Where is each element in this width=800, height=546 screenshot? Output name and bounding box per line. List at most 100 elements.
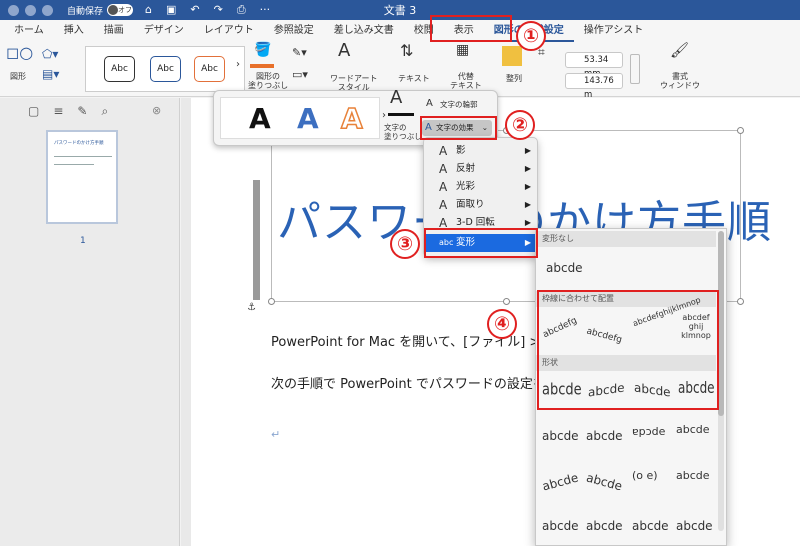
- warp-option[interactable]: abcde: [541, 471, 580, 494]
- warp-option[interactable]: ɐpɔde: [632, 425, 665, 438]
- format-pane-label: 書式 ウィンドウ: [660, 72, 700, 90]
- redo-icon[interactable]: ↷: [214, 3, 223, 17]
- wordart-style-1[interactable]: A: [249, 102, 271, 135]
- shapes-label: 図形: [10, 72, 26, 81]
- autosave-toggle[interactable]: オフ: [107, 4, 134, 16]
- menu-item-bevel[interactable]: A 面取り ▶: [424, 196, 539, 214]
- shapes-icon[interactable]: ◻○: [6, 45, 33, 61]
- text-label: テキスト: [398, 74, 430, 83]
- highlight-box-1: [430, 15, 512, 42]
- resize-handle[interactable]: [268, 298, 275, 305]
- ribbon-tabs: ホーム 挿入 描画 デザイン レイアウト 参照設定 差し込み文書 校閲 表示 図…: [0, 20, 800, 42]
- warp-option[interactable]: (o e): [632, 469, 658, 482]
- highlight-box-3: [424, 228, 538, 258]
- warp-option[interactable]: abcde: [542, 519, 579, 533]
- tab-references[interactable]: 参照設定: [264, 20, 324, 42]
- shape-styles-gallery: Abc Abc Abc: [85, 46, 245, 92]
- callout-3: ③: [390, 229, 420, 259]
- close-pane-icon[interactable]: ⊗: [152, 104, 161, 117]
- text-fill-label: 文字の 塗りつぶし: [384, 123, 422, 141]
- wordart-icon[interactable]: A: [338, 42, 350, 60]
- tab-home[interactable]: ホーム: [4, 20, 54, 42]
- text-outline-label[interactable]: 文字の輪郭: [440, 100, 478, 109]
- page-number: 1: [80, 236, 86, 246]
- wordart-style-2[interactable]: A: [297, 102, 319, 135]
- outline-list-icon[interactable]: ≡: [53, 104, 63, 119]
- shape-style-2[interactable]: Abc: [150, 56, 181, 82]
- autosave[interactable]: 自動保存 オフ: [67, 4, 134, 17]
- undo-icon[interactable]: ↶: [190, 3, 199, 17]
- bevel-icon: A: [439, 198, 448, 212]
- callout-2: ②: [505, 110, 535, 140]
- rotation-bar: [253, 180, 260, 300]
- gallery-more-icon[interactable]: ›: [382, 111, 386, 121]
- fill-color-bar: [250, 64, 274, 68]
- tab-insert[interactable]: 挿入: [54, 20, 94, 42]
- text-outline-icon[interactable]: A: [426, 99, 433, 109]
- thumbnail-icon[interactable]: ▢: [28, 104, 39, 119]
- shadow-icon: A: [439, 144, 448, 158]
- wordart-style-gallery: A A A: [220, 97, 380, 139]
- wordart-style-3[interactable]: A: [340, 101, 363, 136]
- warp-option[interactable]: abcde: [676, 423, 710, 436]
- edit-shape-icon[interactable]: ⬠▾: [42, 48, 58, 60]
- page-thumbnail[interactable]: パスワードのかけ方手順: [46, 130, 118, 224]
- menu-item-glow[interactable]: A 光彩 ▶: [424, 178, 539, 196]
- highlight-box-2: [420, 116, 497, 140]
- save-icon[interactable]: ▣: [166, 3, 176, 17]
- format-pane-icon[interactable]: 🖌: [670, 43, 689, 58]
- print-icon[interactable]: ⎙: [237, 3, 246, 17]
- gallery-more-icon[interactable]: ›: [236, 60, 240, 70]
- search-icon[interactable]: ⌕: [101, 104, 108, 119]
- crop-icon[interactable]: ⌗: [538, 46, 545, 58]
- reflection-icon: A: [439, 162, 448, 176]
- shape-style-3[interactable]: Abc: [194, 56, 225, 82]
- height-field[interactable]: 53.34 mm: [565, 52, 623, 79]
- tab-mailings[interactable]: 差し込み文書: [324, 20, 404, 42]
- warp-option[interactable]: abcde: [676, 519, 713, 533]
- menu-item-shadow[interactable]: A 影 ▶: [424, 142, 539, 160]
- callout-1: ①: [516, 21, 546, 51]
- tab-draw[interactable]: 描画: [94, 20, 134, 42]
- tab-layout[interactable]: レイアウト: [194, 20, 264, 42]
- paragraph-mark: ↵: [271, 428, 281, 441]
- tab-tell-me[interactable]: 操作アシスト: [574, 20, 654, 42]
- text-direction-icon[interactable]: ⇅: [400, 43, 413, 59]
- warp-option[interactable]: abcde: [542, 429, 579, 443]
- more-icon[interactable]: ···: [260, 3, 271, 17]
- lock-aspect-icon[interactable]: [630, 54, 640, 84]
- navigation-pane: ▢ ≡ ✎ ⌕ ⊗ パスワードのかけ方手順 1: [0, 98, 180, 546]
- arrange-label: 整列: [506, 74, 522, 83]
- anchor-icon: ⚓: [247, 302, 256, 313]
- home-icon[interactable]: ⌂: [145, 3, 152, 17]
- window-controls[interactable]: [8, 4, 53, 16]
- thumbnail-line: [54, 164, 94, 165]
- paint-bucket-icon[interactable]: 🪣: [254, 43, 271, 57]
- warp-option[interactable]: abcde: [676, 469, 710, 482]
- text-fill-icon[interactable]: A: [390, 89, 402, 107]
- resize-handle[interactable]: [503, 298, 510, 305]
- shape-fill-label: 図形の 塗りつぶし: [248, 72, 289, 90]
- tab-design[interactable]: デザイン: [134, 20, 194, 42]
- arrange-icon[interactable]: [502, 46, 522, 66]
- warp-option[interactable]: abcde: [586, 429, 623, 443]
- no-transform-option[interactable]: abcde: [546, 261, 583, 275]
- resize-handle[interactable]: [737, 298, 744, 305]
- menu-item-reflection[interactable]: A 反射 ▶: [424, 160, 539, 178]
- text-fill-color-bar: [388, 113, 414, 116]
- glow-icon: A: [439, 180, 448, 194]
- textbox-icon[interactable]: ▤▾: [42, 68, 59, 80]
- warp-option[interactable]: abcde: [585, 471, 624, 494]
- title-bar: 自動保存 オフ ⌂ ▣ ↶ ↷ ⎙ ··· 文書 3: [0, 0, 800, 20]
- no-transform-header: 変形なし: [536, 231, 716, 247]
- warp-option[interactable]: abcde: [586, 519, 623, 533]
- shape-style-1[interactable]: Abc: [104, 56, 135, 82]
- outline-icon[interactable]: ✎▾: [292, 47, 307, 58]
- resize-handle[interactable]: [737, 127, 744, 134]
- autosave-label: 自動保存: [67, 6, 104, 17]
- effects-icon[interactable]: ▭▾: [292, 69, 308, 80]
- width-field[interactable]: 143.76 m: [565, 73, 623, 100]
- edit-icon[interactable]: ✎: [77, 104, 87, 119]
- alt-text-icon[interactable]: ▦: [456, 43, 469, 57]
- warp-option[interactable]: abcde: [632, 519, 669, 533]
